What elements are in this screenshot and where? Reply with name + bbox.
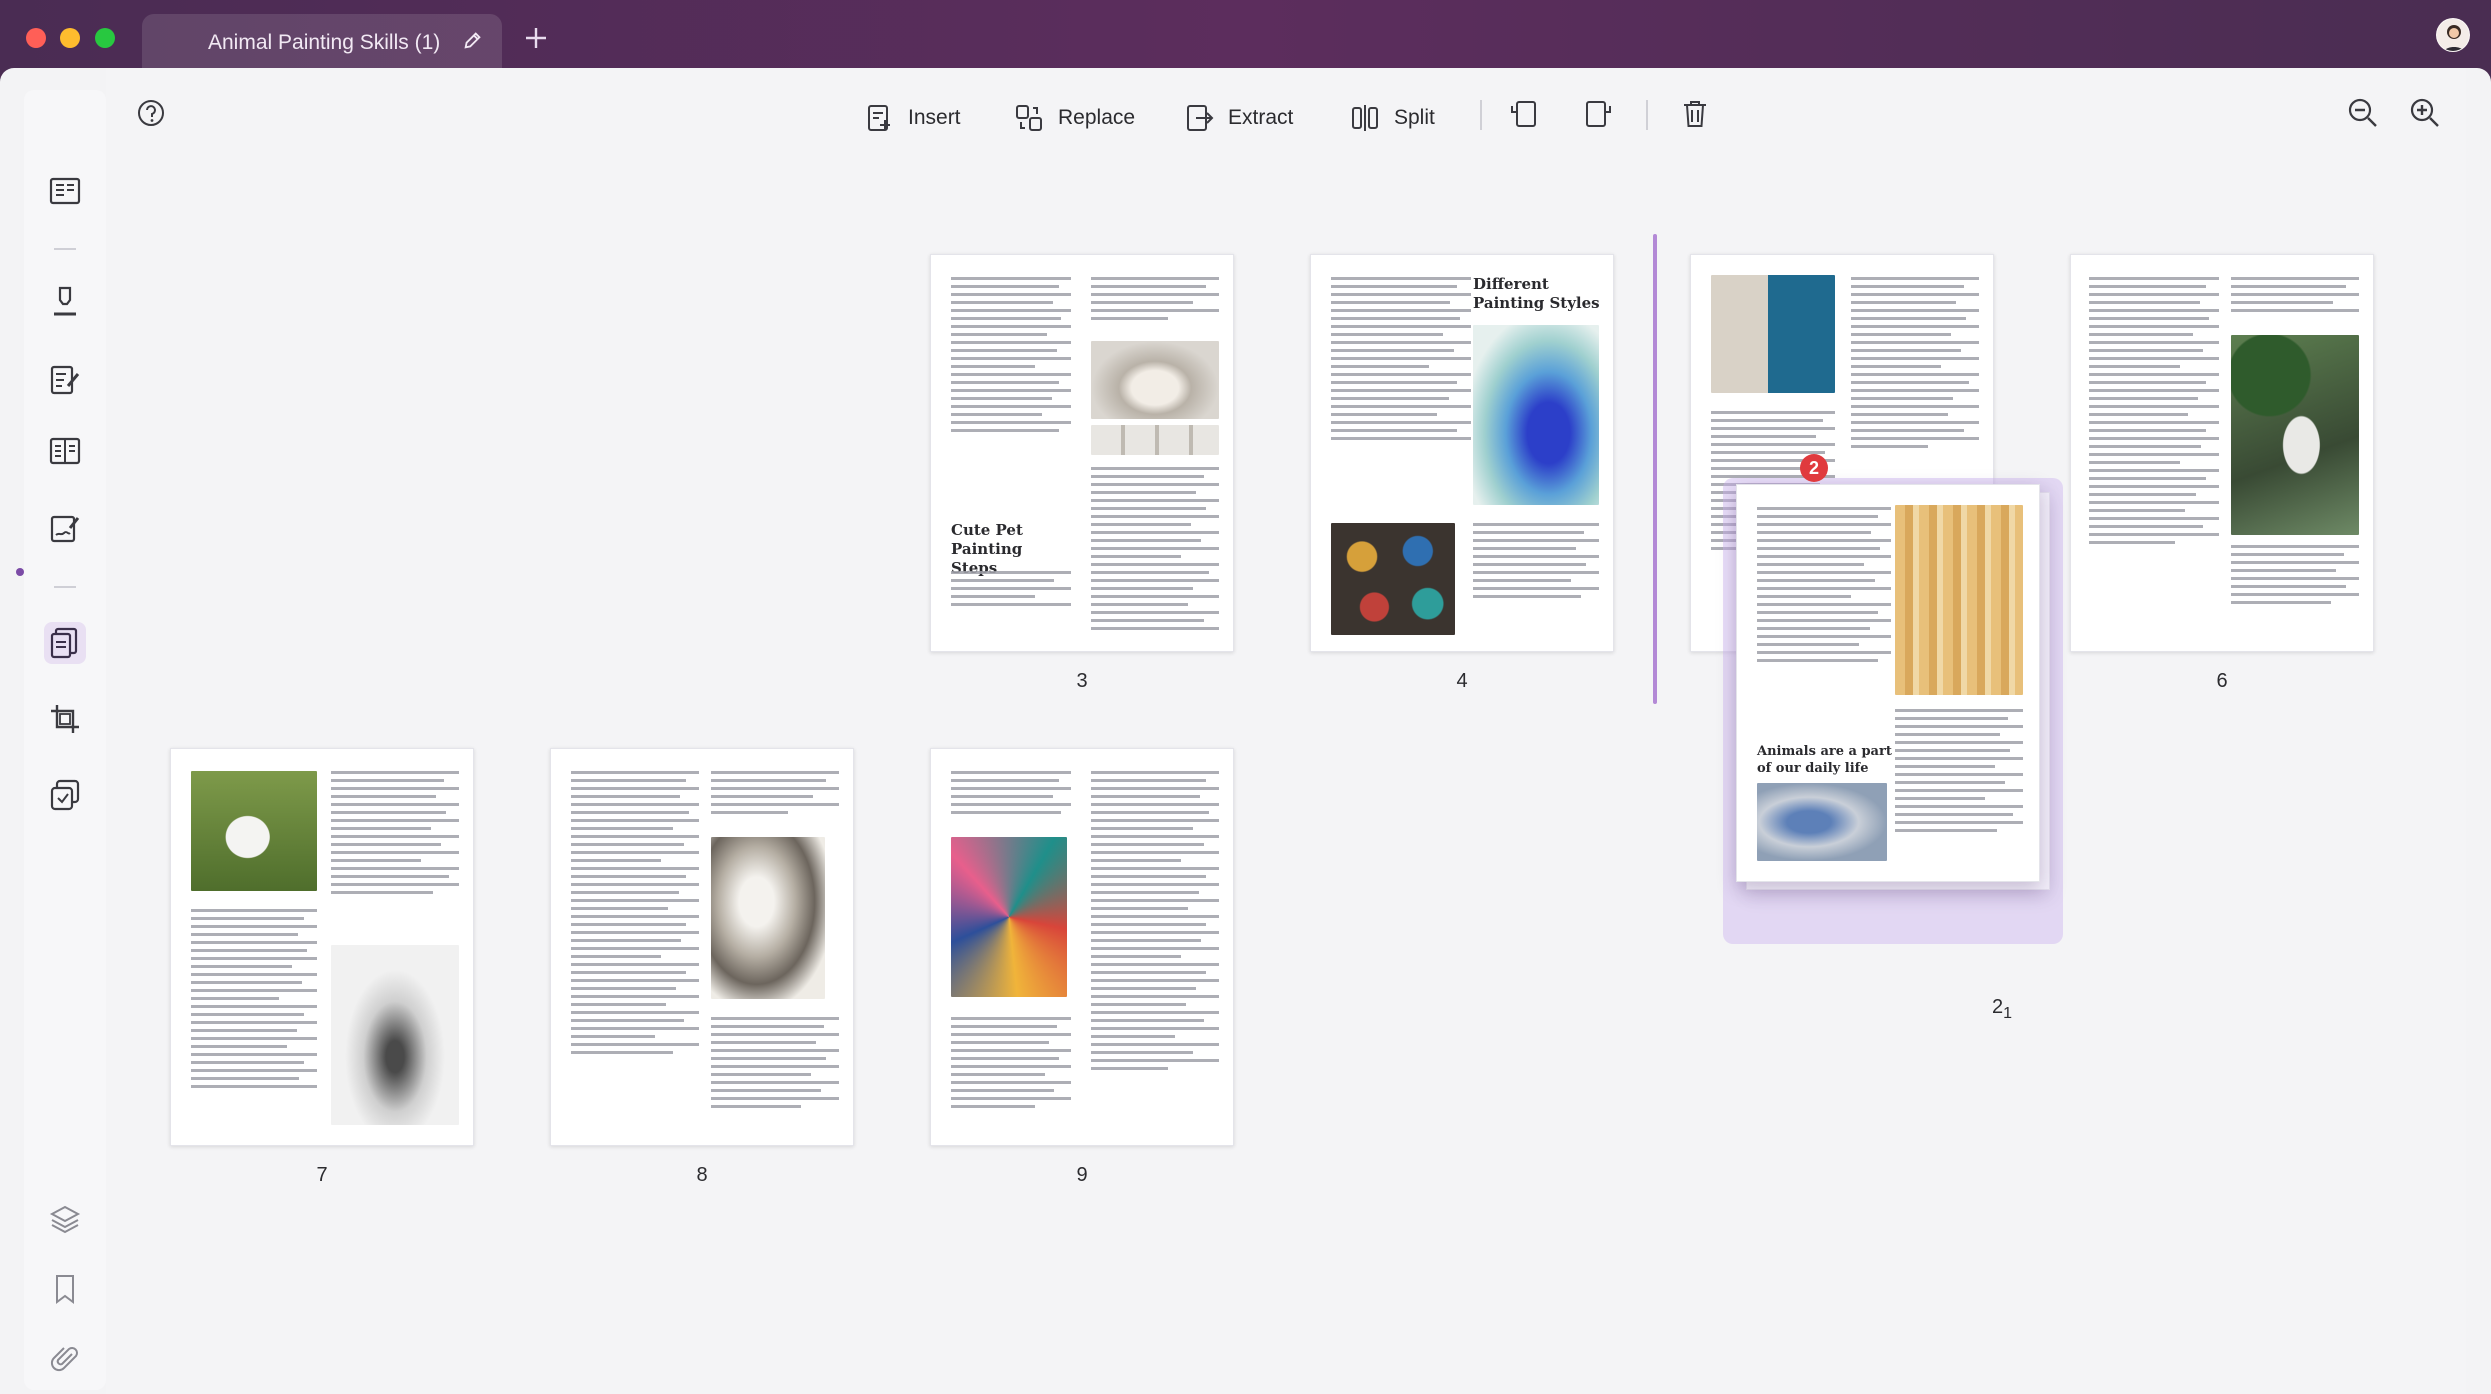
reader-icon[interactable] bbox=[44, 170, 86, 212]
maximize-window-button[interactable] bbox=[95, 28, 115, 48]
paint-cups-image bbox=[1331, 523, 1455, 635]
page-number: 7 bbox=[316, 1164, 328, 1186]
brushes-palette-image bbox=[1895, 505, 2023, 695]
tool-sidebar bbox=[24, 90, 106, 1390]
page-heading: Cute Pet Painting Steps bbox=[951, 521, 1023, 577]
watercolor-image bbox=[1473, 325, 1599, 505]
toolbar-divider bbox=[1480, 100, 1482, 130]
dog-sketch-image bbox=[1091, 341, 1219, 419]
page-number: 4 bbox=[1456, 670, 1468, 692]
insert-label: Insert bbox=[908, 106, 961, 129]
page-thumbnail-9[interactable] bbox=[930, 748, 1234, 1146]
paw-sketches-image bbox=[1091, 425, 1219, 455]
page-thumbnail-6[interactable] bbox=[2070, 254, 2374, 652]
rotate-right-icon[interactable] bbox=[1582, 98, 1614, 130]
sidebar-divider bbox=[54, 586, 76, 588]
dragged-page[interactable]: Animals are a part of our daily life bbox=[1736, 484, 2040, 882]
app-window: Insert Replace Extract Split Cute Pet Pa… bbox=[0, 68, 2491, 1394]
extract-icon bbox=[1187, 105, 1214, 131]
page-thumbnail-8[interactable] bbox=[550, 748, 854, 1146]
colorful-bird-image bbox=[951, 837, 1067, 997]
page-organizer: Insert Replace Extract Split Cute Pet Pa… bbox=[106, 68, 2466, 1394]
rabbit-photo-image bbox=[191, 771, 317, 891]
split-icon bbox=[1352, 105, 1378, 131]
pencil-icon[interactable] bbox=[462, 29, 484, 51]
replace-label: Replace bbox=[1058, 106, 1136, 129]
page-number: 6 bbox=[2216, 670, 2228, 692]
rotate-left-icon[interactable] bbox=[1508, 98, 1540, 130]
drag-page-label: 21 bbox=[1992, 996, 2013, 1022]
toolbar-divider bbox=[1646, 100, 1648, 130]
page-number: 9 bbox=[1076, 1164, 1088, 1186]
page-number: 3 bbox=[1076, 670, 1088, 692]
zoom-in-icon[interactable] bbox=[2408, 96, 2442, 130]
help-icon[interactable] bbox=[136, 98, 166, 128]
trash-icon[interactable] bbox=[1680, 98, 1710, 130]
page-heading: Animals are a part of our daily life bbox=[1757, 744, 1892, 776]
insert-button[interactable]: Insert bbox=[864, 96, 961, 140]
horse-sketch-image bbox=[711, 837, 825, 999]
bookmark-icon[interactable] bbox=[44, 1268, 86, 1310]
active-tool-indicator bbox=[16, 568, 24, 576]
main-area: Insert Replace Extract Split Cute Pet Pa… bbox=[106, 68, 2466, 1394]
attachment-icon[interactable] bbox=[44, 1338, 86, 1380]
avatar[interactable] bbox=[2436, 18, 2470, 52]
painting-hands-image bbox=[1757, 783, 1887, 861]
pages-grid: Cute Pet Painting Steps 3 Different Pain… bbox=[106, 168, 2446, 1394]
highlighter-icon[interactable] bbox=[44, 280, 86, 322]
crop-icon[interactable] bbox=[44, 698, 86, 740]
edit-pdf-icon[interactable] bbox=[44, 358, 86, 400]
page-number: 8 bbox=[696, 1164, 708, 1186]
replace-button[interactable]: Replace bbox=[1014, 96, 1135, 140]
organize-pages-icon[interactable] bbox=[44, 622, 86, 664]
drag-count-badge: 2 bbox=[1800, 454, 1828, 482]
page-thumbnail-3[interactable]: Cute Pet Painting Steps bbox=[930, 254, 1234, 652]
batch-icon[interactable] bbox=[44, 774, 86, 816]
form-icon[interactable] bbox=[44, 430, 86, 472]
insert-position-indicator bbox=[1653, 234, 1657, 704]
sign-icon[interactable] bbox=[44, 508, 86, 550]
replace-icon bbox=[1016, 105, 1042, 131]
extract-label: Extract bbox=[1228, 106, 1294, 129]
zoom-out-icon[interactable] bbox=[2346, 96, 2380, 130]
toolbar: Insert Replace Extract Split bbox=[106, 68, 2466, 178]
plus-icon[interactable] bbox=[522, 24, 550, 52]
sidebar-divider bbox=[54, 248, 76, 250]
page-heading: Different Painting Styles bbox=[1473, 275, 1600, 312]
extract-button[interactable]: Extract bbox=[1184, 96, 1293, 140]
close-window-button[interactable] bbox=[26, 28, 46, 48]
sculpture-image bbox=[1711, 275, 1835, 393]
layers-icon[interactable] bbox=[44, 1198, 86, 1240]
minimize-window-button[interactable] bbox=[60, 28, 80, 48]
rabbit-sketch-image bbox=[331, 945, 459, 1125]
page-thumbnail-7[interactable] bbox=[170, 748, 474, 1146]
split-label: Split bbox=[1394, 106, 1435, 129]
insert-icon bbox=[868, 105, 890, 131]
page-thumbnail-4[interactable]: Different Painting Styles bbox=[1310, 254, 1614, 652]
document-tab[interactable]: Animal Painting Skills (1) bbox=[142, 14, 502, 70]
split-button[interactable]: Split bbox=[1350, 96, 1435, 140]
title-bar: Animal Painting Skills (1) bbox=[0, 0, 2491, 70]
tab-title: Animal Painting Skills (1) bbox=[208, 31, 441, 54]
sketchbook-plants-image bbox=[2231, 335, 2359, 535]
